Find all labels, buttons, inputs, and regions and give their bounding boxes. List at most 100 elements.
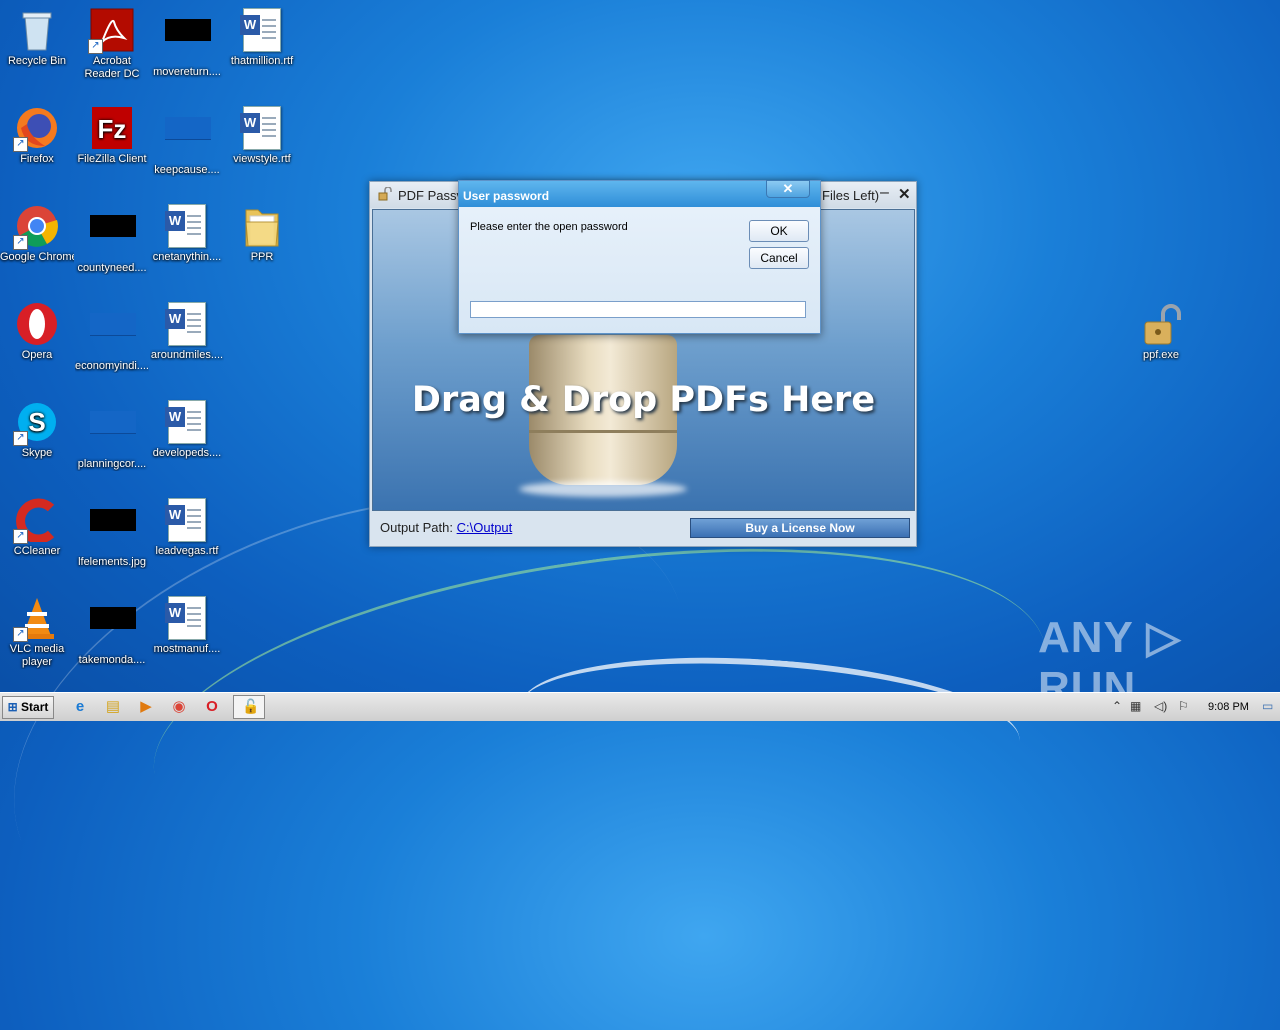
- desktop-icon-lfelements[interactable]: lfelements.jpg: [75, 498, 149, 569]
- action-center-flag-icon[interactable]: ⚐: [1178, 699, 1189, 713]
- desktop-icon-ppf-exe[interactable]: ppf.exe: [1124, 302, 1198, 362]
- desktop-icon-label: PPR: [250, 251, 274, 263]
- desktop-icon-filezilla[interactable]: Fz FileZilla Client: [75, 106, 149, 166]
- desktop-icon-cnetanythin[interactable]: W cnetanythin....: [150, 204, 224, 264]
- desktop-icon-keepcause[interactable]: keepcause....: [150, 106, 224, 177]
- file-thumbnail-icon: [90, 411, 136, 455]
- desktop-icon-label: Firefox: [20, 153, 54, 165]
- ie-taskbar-icon[interactable]: e: [70, 697, 90, 717]
- desktop-icon-label: countyneed....: [77, 262, 147, 274]
- desktop-icon-label: economyindi....: [75, 360, 149, 372]
- vlc-cone-icon: ↗: [13, 596, 59, 642]
- svg-text:Fz: Fz: [98, 114, 127, 144]
- desktop-icon-acrobat[interactable]: ↗ Acrobat Reader DC: [75, 8, 149, 81]
- file-thumbnail-icon: [165, 19, 211, 63]
- desktop-icon-recycle-bin[interactable]: Recycle Bin: [0, 8, 74, 68]
- chrome-icon: ↗: [13, 204, 59, 250]
- shortcut-arrow-icon: ↗: [13, 431, 28, 446]
- word-document-icon: W: [165, 498, 209, 542]
- start-button[interactable]: ⊞ Start: [2, 696, 54, 719]
- desktop-icon-takemonda[interactable]: takemonda....: [75, 596, 149, 667]
- unlocked-padlock-icon: [1139, 302, 1183, 346]
- desktop-icon-opera[interactable]: Opera: [0, 302, 74, 362]
- desktop-icon-label: Acrobat Reader DC: [84, 55, 140, 80]
- desktop-icon-label: FileZilla Client: [77, 153, 147, 165]
- app-title-files-left: Files Left): [822, 188, 880, 203]
- close-button[interactable]: ✕: [898, 185, 911, 203]
- volume-icon[interactable]: ◁): [1154, 699, 1167, 713]
- password-input[interactable]: [470, 301, 806, 318]
- file-thumbnail-icon: [90, 509, 136, 553]
- windows-logo-icon: ⊞: [7, 700, 18, 714]
- desktop-icon-ppr-folder[interactable]: PPR: [225, 204, 299, 264]
- file-thumbnail-icon: [165, 117, 211, 161]
- firefox-icon: ↗: [13, 106, 59, 152]
- shortcut-arrow-icon: ↗: [13, 235, 28, 250]
- ok-button[interactable]: OK: [749, 220, 809, 242]
- start-label: Start: [21, 700, 49, 714]
- word-document-icon: W: [165, 596, 209, 640]
- word-document-icon: W: [165, 204, 209, 248]
- dialog-close-button[interactable]: ✕: [766, 180, 810, 198]
- desktop-icon-countyneed[interactable]: countyneed....: [75, 204, 149, 275]
- desktop-icon-thatmillion[interactable]: W thatmillion.rtf: [225, 8, 299, 68]
- desktop-icon-planningcor[interactable]: planningcor....: [75, 400, 149, 471]
- shortcut-arrow-icon: ↗: [13, 627, 28, 642]
- opera-icon: [15, 302, 59, 346]
- desktop-icon-chrome[interactable]: ↗ Google Chrome: [0, 204, 74, 264]
- recycle-bin-icon: [15, 8, 59, 52]
- word-document-icon: W: [165, 400, 209, 444]
- shortcut-arrow-icon: ↗: [13, 137, 28, 152]
- desktop-icon-label: VLC media player: [9, 643, 65, 668]
- desktop-icon-label: takemonda....: [78, 654, 146, 666]
- skype-icon: S ↗: [13, 400, 59, 446]
- filezilla-icon: Fz: [90, 106, 134, 150]
- media-player-taskbar-icon[interactable]: ▶: [136, 697, 156, 717]
- output-path-link[interactable]: C:\Output: [457, 520, 513, 535]
- desktop-icon-label: developeds....: [152, 447, 222, 459]
- desktop-icon-movereturn[interactable]: movereturn....: [150, 8, 224, 79]
- desktop-icon-skype[interactable]: S ↗ Skype: [0, 400, 74, 460]
- pdf-password-taskbar-button[interactable]: 🔓: [233, 695, 265, 719]
- desktop-icon-label: keepcause....: [154, 164, 220, 176]
- chrome-taskbar-icon[interactable]: ◉: [169, 697, 189, 717]
- explorer-taskbar-icon[interactable]: ▤: [103, 697, 123, 717]
- desktop-icon-label: ppf.exe: [1142, 349, 1180, 361]
- dialog-prompt: Please enter the open password: [470, 221, 628, 233]
- buy-license-button[interactable]: Buy a License Now: [690, 518, 910, 538]
- desktop-icon-aroundmiles[interactable]: W aroundmiles....: [150, 302, 224, 362]
- desktop-icon-mostmanuf[interactable]: W mostmanuf....: [150, 596, 224, 656]
- app-title: PDF Passv: [398, 188, 464, 203]
- desktop-icon-vlc[interactable]: ↗ VLC media player: [0, 596, 74, 669]
- acrobat-icon: ↗: [88, 8, 134, 54]
- opera-taskbar-icon[interactable]: O: [202, 697, 222, 717]
- minimize-button[interactable]: –: [880, 184, 889, 202]
- desktop-icon-ccleaner[interactable]: ↗ CCleaner: [0, 498, 74, 558]
- desktop-icon-firefox[interactable]: ↗ Firefox: [0, 106, 74, 166]
- network-icon[interactable]: ▦: [1130, 699, 1141, 713]
- output-path-label: Output Path:: [380, 520, 453, 535]
- clock[interactable]: 9:08 PM: [1208, 701, 1249, 713]
- taskbar: ⊞ Start e ▤ ▶ ◉ O 🔓 ⌃ ▦ ◁) ⚐ 9:08 PM ▭: [0, 692, 1280, 721]
- desktop-icon-label: movereturn....: [153, 66, 221, 78]
- drop-instruction: Drag & Drop PDFs Here: [411, 380, 876, 420]
- show-desktop-icon[interactable]: ▭: [1262, 699, 1273, 713]
- show-hidden-icons-chevron-icon[interactable]: ⌃: [1112, 699, 1122, 713]
- cancel-button[interactable]: Cancel: [749, 247, 809, 269]
- file-thumbnail-icon: [90, 215, 136, 259]
- file-thumbnail-icon: [90, 607, 136, 651]
- word-document-icon: W: [240, 106, 284, 150]
- desktop-icon-leadvegas[interactable]: W leadvegas.rtf: [150, 498, 224, 558]
- desktop-icon-economyindi[interactable]: economyindi....: [75, 302, 149, 373]
- user-password-dialog: User password ✕ Please enter the open pa…: [458, 180, 821, 334]
- desktop-icon-developeds[interactable]: W developeds....: [150, 400, 224, 460]
- desktop-icon-label: mostmanuf....: [153, 643, 221, 655]
- desktop-icon-label: lfelements.jpg: [78, 556, 146, 568]
- desktop-icon-label: thatmillion.rtf: [230, 55, 294, 67]
- ccleaner-icon: ↗: [13, 498, 59, 544]
- app-lock-icon: [378, 187, 392, 201]
- desktop-icon-viewstyle[interactable]: W viewstyle.rtf: [225, 106, 299, 166]
- desktop-icon-label: viewstyle.rtf: [233, 153, 291, 165]
- word-document-icon: W: [165, 302, 209, 346]
- word-document-icon: W: [240, 8, 284, 52]
